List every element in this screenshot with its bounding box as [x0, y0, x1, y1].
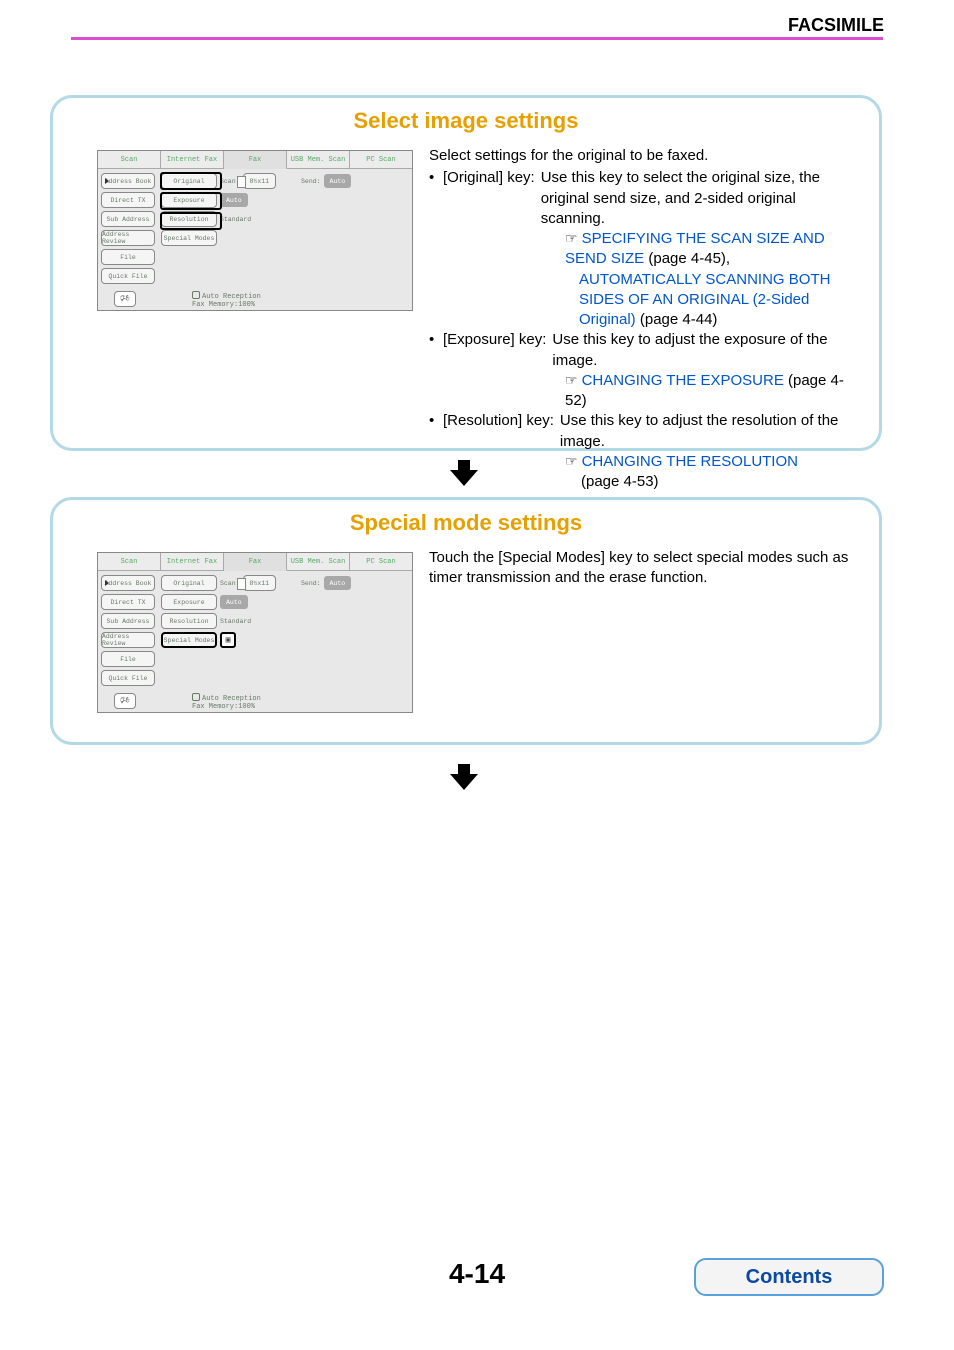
panel2-text: Touch the [Special Modes] key to select … [429, 548, 853, 589]
scan-size-value[interactable]: 8½x11 [243, 575, 277, 591]
phone-icon [192, 693, 200, 701]
fax-lcd-screenshot: Scan Internet Fax Fax USB Mem. Scan PC S… [97, 150, 413, 494]
speaker-icon: 🕫 [120, 693, 130, 710]
contents-button[interactable]: Contents [694, 1258, 884, 1296]
address-review-button[interactable]: Address Review [101, 230, 155, 246]
address-book-button[interactable]: Address Book [101, 575, 155, 591]
panel-title: Select image settings [53, 98, 879, 142]
fax-memory-label: Fax Memory:100% [192, 703, 255, 711]
link-exposure[interactable]: CHANGING THE EXPOSURE [582, 372, 784, 389]
fax-lcd-screenshot: Scan Internet Fax Fax USB Mem. Scan PC S… [97, 552, 413, 713]
exposure-button[interactable]: Exposure [161, 192, 217, 208]
sub-address-button[interactable]: Sub Address [101, 613, 155, 629]
panel-select-image-settings: Select image settings Scan Internet Fax … [50, 95, 882, 451]
panel1-intro: Select settings for the original to be f… [429, 146, 853, 166]
accent-bar [71, 37, 883, 40]
direct-tx-button[interactable]: Direct TX [101, 594, 155, 610]
lcd-status-bar: 🕫 Auto Reception Fax Memory:100% [98, 690, 412, 712]
panel2-description: Touch the [Special Modes] key to select … [413, 544, 879, 727]
auto-reception-label: Auto Reception [202, 293, 261, 301]
link-resolution[interactable]: CHANGING THE RESOLUTION [582, 453, 798, 470]
send-label: Send: [301, 178, 321, 185]
lcd-status-bar: 🕫 Auto Reception Fax Memory:100% [98, 288, 412, 310]
address-review-button[interactable]: Address Review [101, 632, 155, 648]
file-button[interactable]: File [101, 651, 155, 667]
special-modes-button[interactable]: Special Modes [161, 230, 217, 246]
pointer-icon: ☞ [565, 230, 578, 246]
tab-usb-mem-scan[interactable]: USB Mem. Scan [287, 553, 350, 571]
tab-fax[interactable]: Fax [224, 553, 287, 571]
pointer-icon: ☞ [565, 453, 578, 469]
tab-pc-scan[interactable]: PC Scan [350, 553, 412, 571]
resolution-button[interactable]: Resolution [161, 211, 217, 227]
special-modes-icon[interactable]: ▣ [220, 632, 236, 648]
speaker-icon: 🕫 [120, 291, 130, 308]
tab-pc-scan[interactable]: PC Scan [350, 151, 412, 169]
address-book-button[interactable]: Address Book [101, 173, 155, 189]
phone-icon [192, 291, 200, 299]
exposure-value[interactable]: Auto [220, 193, 248, 207]
tab-fax[interactable]: Fax [224, 151, 287, 169]
tab-internet-fax[interactable]: Internet Fax [161, 553, 224, 571]
send-label: Send: [301, 580, 321, 587]
sub-address-button[interactable]: Sub Address [101, 211, 155, 227]
speaker-button[interactable]: 🕫 [114, 693, 136, 709]
speaker-button[interactable]: 🕫 [114, 291, 136, 307]
special-modes-button[interactable]: Special Modes [161, 632, 217, 648]
tab-usb-mem-scan[interactable]: USB Mem. Scan [287, 151, 350, 169]
direct-tx-button[interactable]: Direct TX [101, 192, 155, 208]
tab-scan[interactable]: Scan [98, 151, 161, 169]
panel-special-modes: Special mode settings Scan Internet Fax … [50, 497, 882, 745]
send-size-value[interactable]: Auto [324, 576, 352, 590]
tab-scan[interactable]: Scan [98, 553, 161, 571]
exposure-value[interactable]: Auto [220, 595, 248, 609]
fax-memory-label: Fax Memory:100% [192, 301, 255, 309]
panel1-description: Select settings for the original to be f… [413, 142, 879, 508]
send-size-value[interactable]: Auto [324, 174, 352, 188]
resolution-value: Standard [220, 618, 251, 625]
page-header: FACSIMILE [788, 15, 884, 36]
original-button[interactable]: Original [161, 173, 217, 189]
scan-size-value[interactable]: 8½x11 [243, 173, 277, 189]
exposure-button[interactable]: Exposure [161, 594, 217, 610]
lcd-tabs: Scan Internet Fax Fax USB Mem. Scan PC S… [98, 151, 412, 169]
resolution-button[interactable]: Resolution [161, 613, 217, 629]
arrow-down-icon [450, 460, 478, 486]
lcd-tabs: Scan Internet Fax Fax USB Mem. Scan PC S… [98, 553, 412, 571]
original-button[interactable]: Original [161, 575, 217, 591]
auto-reception-label: Auto Reception [202, 695, 261, 703]
tab-internet-fax[interactable]: Internet Fax [161, 151, 224, 169]
panel-title: Special mode settings [53, 500, 879, 544]
arrow-down-icon [450, 764, 478, 790]
resolution-value: Standard [220, 216, 251, 223]
pointer-icon: ☞ [565, 372, 578, 388]
file-button[interactable]: File [101, 249, 155, 265]
quick-file-button[interactable]: Quick File [101, 670, 155, 686]
quick-file-button[interactable]: Quick File [101, 268, 155, 284]
